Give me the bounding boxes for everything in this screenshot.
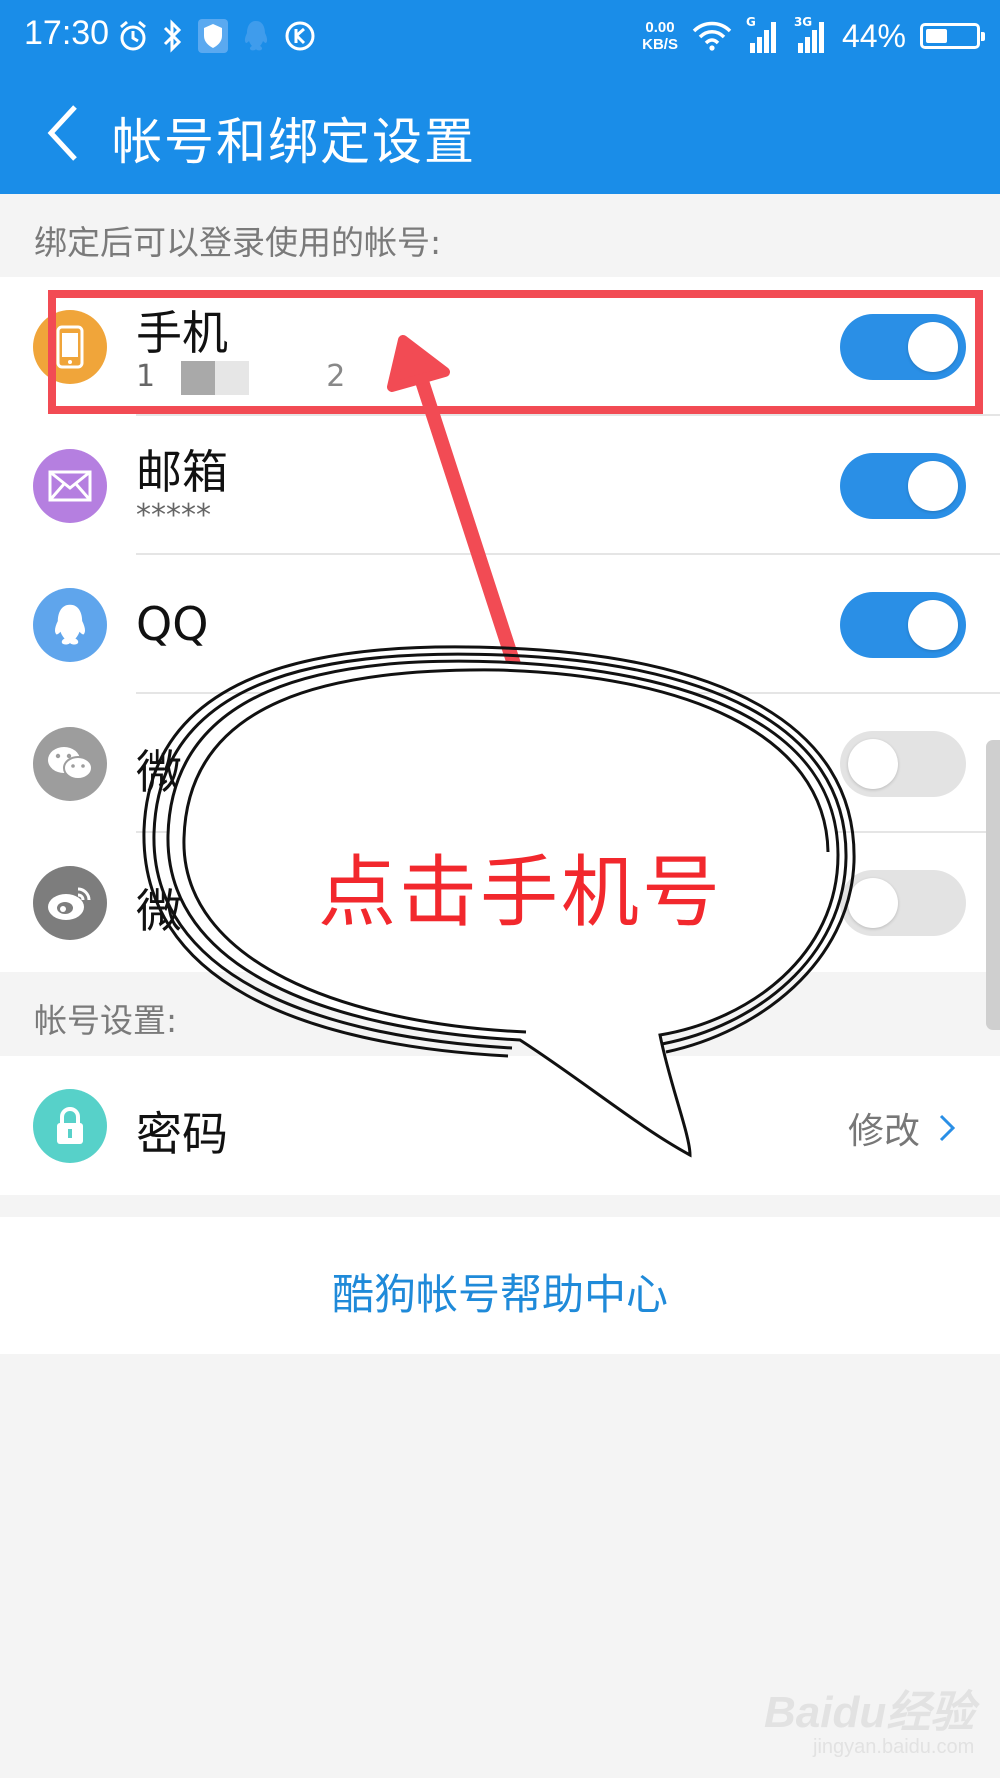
toggle-knob [848,739,898,789]
toggle-knob [908,600,958,650]
bluetooth-icon [163,19,182,53]
wifi-icon [692,21,732,51]
status-icons-left [118,14,316,58]
wechat-icon [33,727,107,801]
battery-percent: 44% [841,17,906,54]
weibo-toggle[interactable] [840,870,966,936]
help-center-row: 酷狗帐号帮助中心 [0,1217,1000,1354]
bind-row-title: 邮箱 [136,445,228,499]
status-icons-right: 0.00 KB/S G 3G 44% [642,12,985,60]
kugou-icon [285,21,315,51]
bind-row-title: 微 [136,884,182,938]
account-settings-list: 密码 修改 [0,1056,1000,1195]
annotation-highlight-box [48,290,983,414]
bind-row-title: 微信 [136,745,228,799]
callout-text: 点击手机号 [318,848,724,938]
bind-row-email[interactable]: 邮箱 ***** [0,416,1000,555]
shield-icon [198,19,228,53]
help-center-link[interactable]: 酷狗帐号帮助中心 [0,1261,1000,1322]
watermark: Baidu经验 jingyan.baidu.com [764,1676,974,1759]
back-button[interactable] [28,98,98,168]
battery-fill [926,29,947,43]
signal-icon: G [746,15,780,53]
qq-icon [244,21,268,51]
weibo-icon [33,866,107,940]
scrollbar-thumb[interactable] [986,740,1000,1030]
email-toggle[interactable] [840,453,966,519]
password-title: 密码 [136,1107,228,1161]
email-masked: ***** [136,498,211,533]
lock-icon [33,1089,107,1163]
account-section-label: 帐号设置: [34,1001,178,1040]
qq-toggle[interactable] [840,592,966,658]
watermark-logo: Baidu经验 [764,1688,975,1737]
bind-row-wechat[interactable]: 微信 [0,694,1000,833]
alarm-icon [120,20,146,51]
battery-icon [920,23,985,49]
status-time: 17:30 [24,14,110,52]
toggle-knob [848,878,898,928]
back-arrow-icon [47,105,77,161]
wechat-toggle[interactable] [840,731,966,797]
toggle-knob [908,461,958,511]
status-bar: 17:30 0.00 KB/S G 3G 44% [0,0,1000,72]
page-title: 帐号和绑定设置 [112,113,476,171]
chevron-right-icon [939,1114,956,1142]
app-bar: 帐号和绑定设置 [0,72,1000,194]
signal-icon: 3G [794,15,828,53]
bind-row-qq[interactable]: QQ [0,555,1000,694]
modify-label: 修改 [847,1111,920,1152]
bind-row-title: QQ [136,597,209,651]
bind-section-label: 绑定后可以登录使用的帐号: [34,223,442,262]
password-modify-button[interactable]: 修改 [848,1102,956,1154]
mail-icon [33,449,107,523]
password-row[interactable]: 密码 修改 [0,1056,1000,1195]
qq-icon [33,588,107,662]
net-speed: 0.00 KB/S [642,19,678,53]
